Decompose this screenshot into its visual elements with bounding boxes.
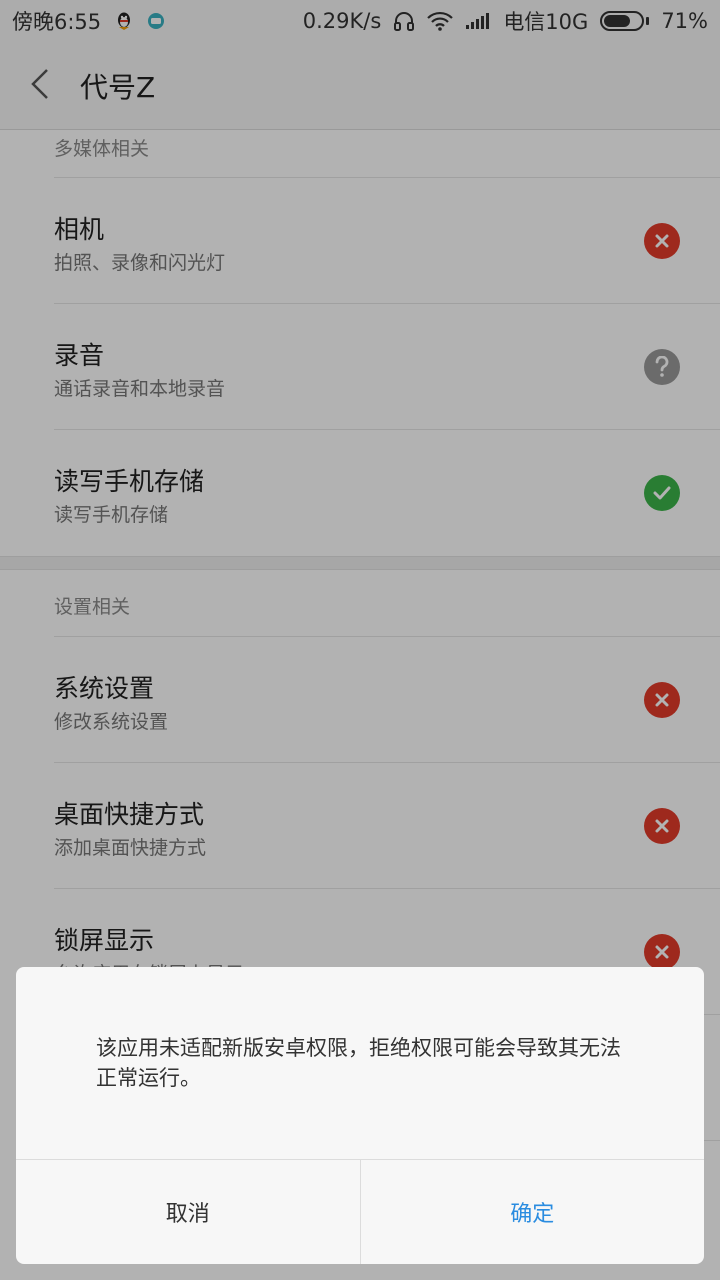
confirm-button[interactable]: 确定	[361, 1160, 705, 1264]
permission-warning-dialog: 该应用未适配新版安卓权限，拒绝权限可能会导致其无法正常运行。 取消 确定	[16, 967, 704, 1264]
dialog-message: 该应用未适配新版安卓权限，拒绝权限可能会导致其无法正常运行。	[96, 1036, 621, 1090]
cancel-button[interactable]: 取消	[16, 1160, 361, 1264]
dialog-button-bar: 取消 确定	[16, 1159, 704, 1264]
